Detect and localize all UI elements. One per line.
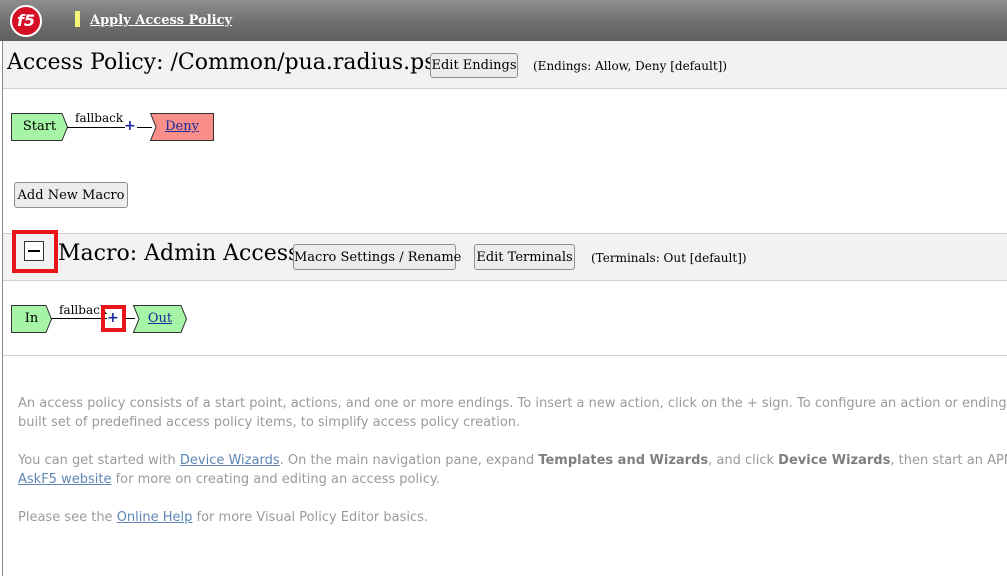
macro-out-terminal[interactable]: Out — [132, 305, 188, 333]
help-p2-line2: AskF5 website for more on creating and e… — [18, 470, 1007, 489]
deny-ending-link[interactable]: Deny — [165, 119, 199, 134]
help-p3-suffix: for more Visual Policy Editor basics. — [192, 510, 429, 525]
help-p3-prefix: Please see the — [18, 510, 117, 525]
terminals-note: (Terminals: Out [default]) — [591, 251, 747, 265]
policy-branch-label: fallback — [75, 111, 124, 125]
apply-policy-marker — [75, 11, 80, 27]
help-p2-line2-suffix: for more on creating and editing an acce… — [111, 472, 440, 487]
help-paragraph-2: You can get started with Device Wizards.… — [18, 451, 1007, 489]
help-p2-bold1: Templates and Wizards — [538, 453, 709, 468]
macro-in-node[interactable]: In — [11, 305, 53, 333]
help-p2-bold2: Device Wizards — [778, 453, 891, 468]
help-p1-line2: built set of predefined access policy it… — [18, 415, 521, 430]
policy-title: Access Policy: /Common/pua.radius.psp — [7, 50, 450, 75]
macro-branch-line — [51, 318, 107, 319]
section-separator — [3, 355, 1007, 356]
help-p2-line1: You can get started with Device Wizards.… — [18, 451, 1007, 470]
policy-branch-line — [67, 127, 125, 128]
help-p2-mid2: , and click — [708, 453, 779, 468]
askf5-link[interactable]: AskF5 website — [18, 472, 111, 487]
apply-access-policy-link[interactable]: Apply Access Policy — [90, 13, 232, 28]
deny-ending-node[interactable]: Deny — [149, 113, 214, 141]
edit-endings-button[interactable]: Edit Endings — [430, 53, 518, 78]
macro-settings-button[interactable]: Macro Settings / Rename — [293, 244, 461, 270]
left-border — [2, 41, 3, 576]
help-p2-prefix: You can get started with — [18, 453, 180, 468]
help-p1-line1: An access policy consists of a start poi… — [18, 396, 1007, 411]
start-node[interactable]: Start — [11, 113, 69, 141]
help-p2-mid1: . On the main navigation pane, expand — [279, 453, 539, 468]
macro-out-link[interactable]: Out — [148, 311, 172, 326]
start-node-label: Start — [22, 119, 57, 134]
edit-terminals-button[interactable]: Edit Terminals — [474, 244, 575, 270]
device-wizards-link[interactable]: Device Wizards — [180, 453, 280, 468]
endings-note: (Endings: Allow, Deny [default]) — [533, 59, 728, 73]
f5-logo: f5 — [10, 5, 42, 37]
macro-title: Macro: Admin Access — [58, 241, 300, 266]
help-paragraph-1: An access policy consists of a start poi… — [18, 394, 1007, 432]
macro-in-label: In — [24, 311, 39, 326]
help-paragraph-3: Please see the Online Help for more Visu… — [18, 508, 1007, 527]
online-help-link[interactable]: Online Help — [117, 510, 193, 525]
policy-insert-plus[interactable]: + — [124, 118, 136, 134]
collapse-macro-icon[interactable] — [24, 241, 44, 261]
macro-insert-plus[interactable]: + — [107, 310, 119, 326]
help-p2-suffix: , then start an APM Config — [890, 453, 1007, 468]
macro-branch-label: fallback — [59, 303, 108, 317]
add-new-macro-button[interactable]: Add New Macro — [14, 182, 128, 208]
